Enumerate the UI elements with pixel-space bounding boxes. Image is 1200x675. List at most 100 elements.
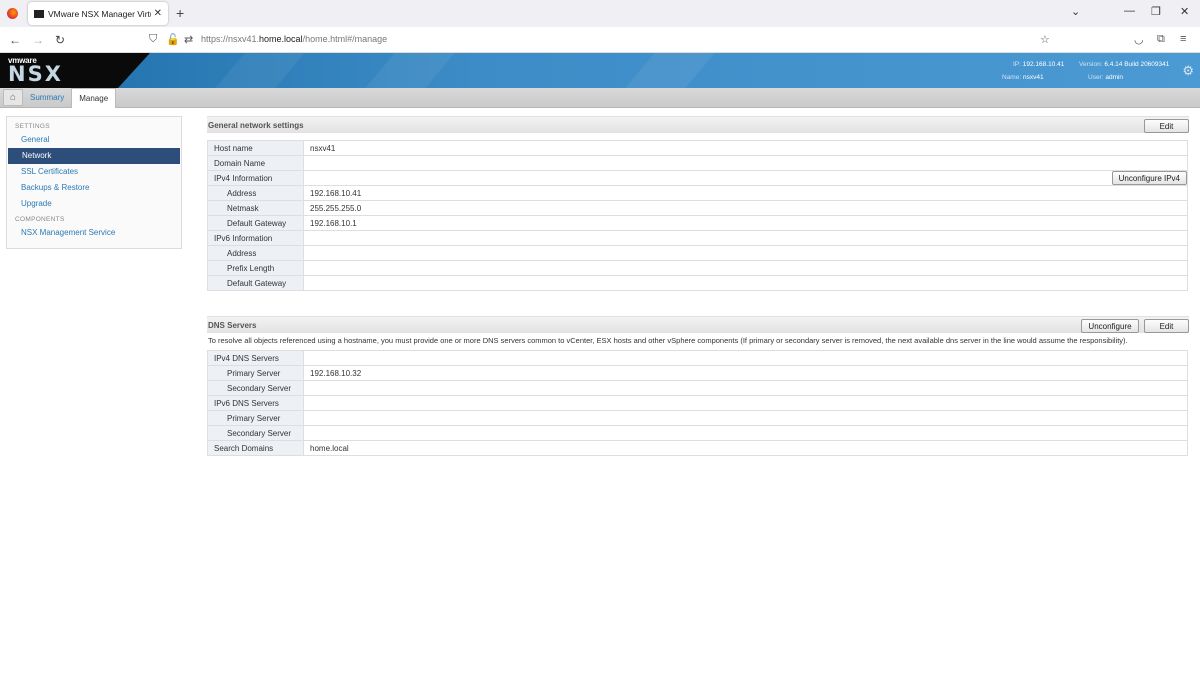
unconfigure-ipv4-button[interactable]: Unconfigure IPv4 bbox=[1111, 171, 1187, 185]
sidebar-item-general[interactable]: General bbox=[7, 132, 181, 148]
row-label: IPv6 DNS Servers bbox=[207, 395, 304, 411]
pocket-icon[interactable]: ◡ bbox=[1134, 33, 1144, 46]
header-stripe bbox=[215, 53, 305, 88]
url-path: /home.html#/manage bbox=[302, 34, 388, 44]
components-heading: COMPONENTS bbox=[15, 216, 65, 223]
lock-icon[interactable]: 🔓 bbox=[166, 33, 180, 46]
name-label: Name: bbox=[1002, 74, 1022, 81]
header-stripe bbox=[365, 53, 455, 88]
close-window-icon[interactable]: ✕ bbox=[1180, 5, 1189, 18]
reload-icon[interactable]: ↻ bbox=[55, 33, 65, 47]
row-label: IPv4 Information bbox=[207, 170, 304, 186]
bookmark-star-icon[interactable]: ☆ bbox=[1040, 33, 1050, 46]
sidebar-item-nsx-management-service[interactable]: NSX Management Service bbox=[7, 225, 181, 241]
table-row: Address bbox=[207, 245, 1188, 261]
row-value: 192.168.10.41 bbox=[303, 185, 1188, 201]
settings-sidebar: SETTINGS General Network SSL Certificate… bbox=[6, 116, 182, 249]
row-value bbox=[303, 350, 1188, 366]
dns-servers-header: DNS Servers Unconfigure Edit bbox=[207, 316, 1189, 333]
unconfigure-dns-button[interactable]: Unconfigure bbox=[1081, 319, 1139, 333]
row-value bbox=[303, 425, 1188, 441]
sidebar-item-ssl-certificates[interactable]: SSL Certificates bbox=[7, 164, 181, 180]
row-label: Domain Name bbox=[207, 155, 304, 171]
row-value: 255.255.255.0 bbox=[303, 200, 1188, 216]
row-label: Netmask bbox=[207, 200, 304, 216]
back-icon[interactable]: ← bbox=[9, 33, 21, 47]
url-host: home.local bbox=[259, 34, 303, 44]
table-row: Default Gateway 192.168.10.1 bbox=[207, 215, 1188, 231]
row-value bbox=[303, 410, 1188, 426]
row-label: Primary Server bbox=[207, 410, 304, 426]
table-row: Default Gateway bbox=[207, 275, 1188, 291]
ip-info: IP: 192.168.10.41 bbox=[1013, 61, 1064, 68]
row-label: Address bbox=[207, 185, 304, 201]
app-tabs: ⌂ Summary Manage bbox=[0, 88, 1200, 108]
home-icon[interactable]: ⌂ bbox=[3, 89, 23, 106]
header-stripe bbox=[625, 53, 715, 88]
browser-tab[interactable]: VMware NSX Manager Virtual A ✕ bbox=[28, 2, 168, 25]
dns-servers-title: DNS Servers bbox=[208, 321, 257, 330]
tab-manage[interactable]: Manage bbox=[71, 88, 117, 108]
extensions-icon[interactable]: ⧉ bbox=[1157, 33, 1165, 46]
row-value: home.local bbox=[303, 440, 1188, 456]
new-tab-icon[interactable]: + bbox=[176, 5, 184, 21]
sidebar-item-upgrade[interactable]: Upgrade bbox=[7, 196, 181, 212]
user-label: User: bbox=[1088, 74, 1104, 81]
shield-icon[interactable]: ⛉ bbox=[149, 33, 157, 46]
vmware-favicon-icon bbox=[34, 9, 44, 18]
table-row: IPv4 Information Unconfigure IPv4 bbox=[207, 170, 1188, 186]
edit-dns-button[interactable]: Edit bbox=[1144, 319, 1189, 333]
row-value: nsxv41 bbox=[303, 140, 1188, 156]
menu-icon[interactable]: ≡ bbox=[1180, 33, 1186, 45]
row-label: Host name bbox=[207, 140, 304, 156]
general-settings-table: Host name nsxv41 Domain Name IPv4 Informa… bbox=[207, 140, 1188, 291]
minimize-icon[interactable]: — bbox=[1124, 5, 1135, 17]
row-value bbox=[303, 155, 1188, 171]
browser-tab-bar: VMware NSX Manager Virtual A ✕ + ⌄ — ❐ ✕ bbox=[0, 0, 1200, 27]
url-bar[interactable]: https://nsxv41.home.local/home.html#/man… bbox=[201, 34, 387, 44]
table-row: Search Domains home.local bbox=[207, 440, 1188, 456]
edit-general-button[interactable]: Edit bbox=[1144, 119, 1189, 133]
row-label: Default Gateway bbox=[207, 215, 304, 231]
dns-servers-table: IPv4 DNS Servers Primary Server 192.168.1… bbox=[207, 350, 1188, 456]
row-label: Default Gateway bbox=[207, 275, 304, 291]
row-label: IPv6 Information bbox=[207, 230, 304, 246]
row-label: IPv4 DNS Servers bbox=[207, 350, 304, 366]
url-prefix: https://nsxv41. bbox=[201, 34, 260, 44]
table-row: Secondary Server bbox=[207, 380, 1188, 396]
row-label: Secondary Server bbox=[207, 425, 304, 441]
row-value: Unconfigure IPv4 bbox=[303, 170, 1188, 186]
forward-icon[interactable]: → bbox=[32, 33, 44, 47]
table-row: Prefix Length bbox=[207, 260, 1188, 276]
browser-tab-title: VMware NSX Manager Virtual A bbox=[48, 8, 151, 19]
general-settings-title: General network settings bbox=[208, 121, 304, 130]
user-info: User: admin bbox=[1088, 74, 1123, 81]
sidebar-item-network[interactable]: Network bbox=[8, 148, 180, 164]
ip-value: 192.168.10.41 bbox=[1022, 61, 1065, 68]
sidebar-item-backups-restore[interactable]: Backups & Restore bbox=[7, 180, 181, 196]
row-label: Secondary Server bbox=[207, 380, 304, 396]
table-row: Address 192.168.10.41 bbox=[207, 185, 1188, 201]
table-row: Domain Name bbox=[207, 155, 1188, 171]
row-value bbox=[303, 380, 1188, 396]
table-row: Primary Server bbox=[207, 410, 1188, 426]
main-content: General network settings Edit Host name n… bbox=[207, 116, 1189, 456]
row-value bbox=[303, 395, 1188, 411]
restore-icon[interactable]: ❐ bbox=[1151, 5, 1161, 18]
firefox-icon[interactable] bbox=[7, 8, 18, 19]
table-row: Secondary Server bbox=[207, 425, 1188, 441]
gear-icon[interactable]: ⚙ bbox=[1182, 63, 1194, 79]
row-value bbox=[303, 275, 1188, 291]
tab-summary[interactable]: Summary bbox=[23, 89, 71, 106]
name-info: Name: nsxv41 bbox=[1002, 74, 1044, 81]
tab-list-chevron-icon[interactable]: ⌄ bbox=[1071, 5, 1080, 18]
name-value: nsxv41 bbox=[1022, 74, 1044, 81]
general-settings-header: General network settings Edit bbox=[207, 116, 1189, 133]
dns-description: To resolve all objects referenced using … bbox=[208, 336, 1128, 345]
table-row: Primary Server 192.168.10.32 bbox=[207, 365, 1188, 381]
table-row: Netmask 255.255.255.0 bbox=[207, 200, 1188, 216]
version-label: Version: bbox=[1079, 61, 1103, 68]
close-tab-icon[interactable]: ✕ bbox=[154, 8, 162, 19]
permissions-icon[interactable]: ⇄ bbox=[184, 33, 193, 46]
version-info: Version: 6.4.14 Build 20609341 bbox=[1079, 61, 1169, 68]
